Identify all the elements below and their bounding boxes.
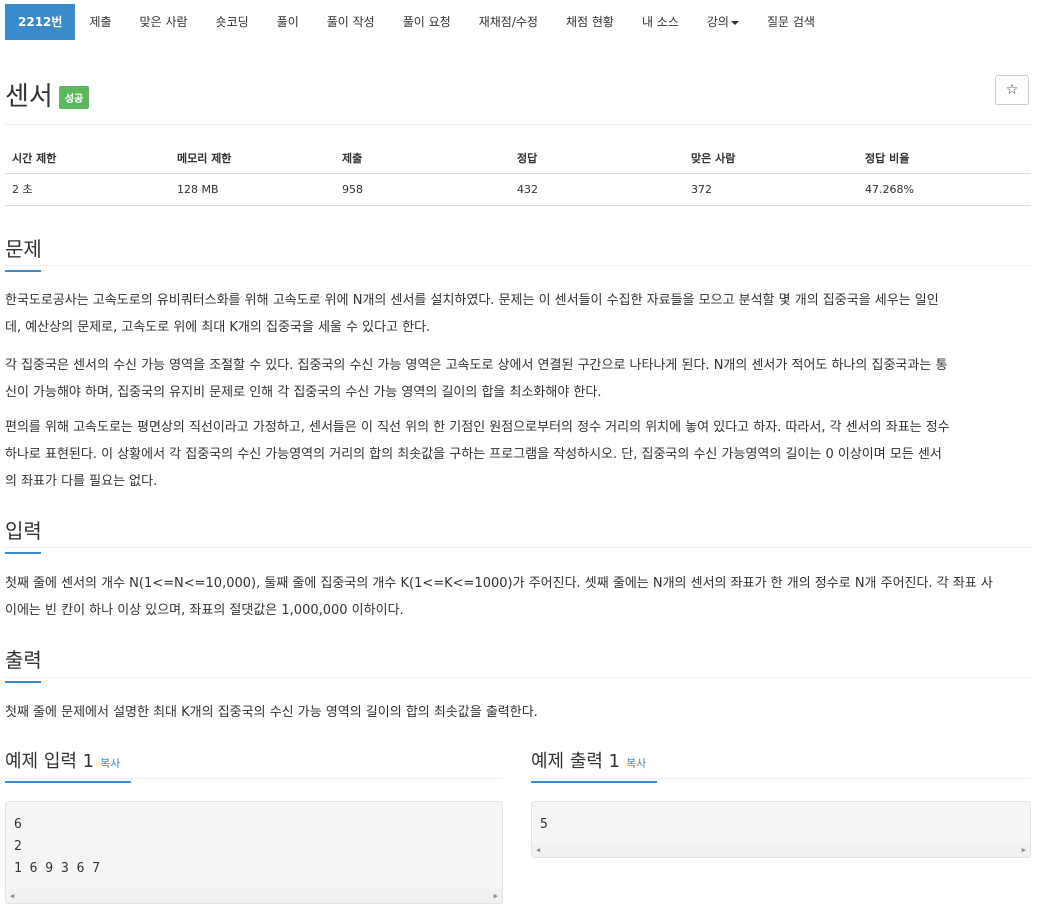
problem-description-p1: 한국도로공사는 고속도로의 유비쿼터스화를 위해 고속도로 위에 N개의 센서를…	[5, 287, 1031, 341]
value-correct: 432	[517, 183, 538, 196]
nav-problem-number[interactable]: 2212번	[5, 4, 76, 40]
nav-solutions[interactable]: 풀이	[263, 4, 313, 40]
scroll-left-icon[interactable]: ◀	[10, 892, 14, 900]
problem-nav: 2212번 제출 맞은 사람 숏코딩 풀이 풀이 작성 풀이 요청 재채점/수정…	[5, 4, 829, 40]
nav-status[interactable]: 채점 현황	[552, 4, 628, 40]
example-input-box[interactable]: 6 2 1 6 9 3 6 7 ◀ ▶	[5, 801, 503, 904]
nav-my-source[interactable]: 내 소스	[628, 4, 693, 40]
scroll-right-icon[interactable]: ▶	[1022, 846, 1026, 854]
example-output-title: 예제 출력 1 복사	[531, 747, 657, 783]
nav-short-coding[interactable]: 숏코딩	[202, 4, 263, 40]
section-divider	[5, 677, 1031, 678]
nav-write-solution[interactable]: 풀이 작성	[313, 4, 389, 40]
nav-rejudge[interactable]: 재채점/수정	[465, 4, 552, 40]
text-line: 첫째 줄에 문제에서 설명한 최대 K개의 집중국의 수신 가능 영역의 길이의…	[5, 705, 538, 720]
text-line: 하나로 표현된다. 이 상황에서 각 집중국의 수신 가능영역의 거리의 합의 …	[5, 447, 942, 462]
section-divider	[5, 547, 1031, 548]
code-line: 1 6 9 3 6 7	[14, 861, 101, 876]
scroll-right-icon[interactable]: ▶	[494, 892, 498, 900]
section-divider	[5, 265, 1031, 266]
input-description: 첫째 줄에 센서의 개수 N(1<=N<=10,000), 둘째 줄에 집중국의…	[5, 570, 1031, 624]
section-title-text: 입력	[5, 519, 42, 543]
nav-lectures-dropdown[interactable]: 강의	[693, 4, 753, 40]
header-memory-limit: 메모리 제한	[177, 152, 232, 165]
header-submissions: 제출	[342, 152, 363, 165]
input-section-title: 입력	[5, 515, 42, 554]
problem-description-p3: 편의를 위해 고속도로는 평면상의 직선이라고 가정하고, 센서들은 이 직선 …	[5, 414, 1031, 495]
table-row: 2 초 128 MB 958 432 372 47.268%	[5, 174, 1031, 206]
code-line: 5	[540, 817, 548, 832]
example-input-title: 예제 입력 1 복사	[5, 747, 131, 783]
section-divider	[531, 778, 1031, 779]
favorite-star-button[interactable]: ☆	[995, 75, 1029, 105]
header-accept-ratio: 정답 비율	[865, 152, 910, 165]
table-header-row: 시간 제한 메모리 제한 제출 정답 맞은 사람 정답 비율	[5, 144, 1031, 174]
horizontal-scrollbar[interactable]: ◀ ▶	[532, 843, 1030, 857]
problem-title-row: 센서 성공	[5, 76, 90, 113]
problem-info-table: 시간 제한 메모리 제한 제출 정답 맞은 사람 정답 비율 2 초 128 M…	[5, 144, 1031, 206]
text-line: 한국도로공사는 고속도로의 유비쿼터스화를 위해 고속도로 위에 N개의 센서를…	[5, 293, 939, 308]
text-line: 의 좌표가 다를 필요는 없다.	[5, 474, 158, 489]
section-underline	[531, 781, 657, 783]
divider	[5, 124, 1031, 125]
value-memory-limit: 128 MB	[177, 183, 219, 196]
caret-down-icon	[730, 20, 739, 25]
text-line: 신이 가능해야 하며, 집중국의 유지비 문제로 인해 각 집중국의 수신 가능…	[5, 385, 602, 400]
header-accepted-users: 맞은 사람	[691, 152, 736, 165]
section-divider	[5, 778, 503, 779]
text-line: 각 집중국은 센서의 수신 가능 영역을 조절할 수 있다. 집중국의 수신 가…	[5, 358, 948, 373]
nav-accepted-users[interactable]: 맞은 사람	[126, 4, 202, 40]
value-submissions: 958	[342, 183, 363, 196]
header-correct: 정답	[517, 152, 538, 165]
section-title-text: 출력	[5, 648, 42, 672]
section-underline	[5, 781, 131, 783]
code-line: 2	[14, 839, 22, 854]
example-title-text: 예제 입력 1	[5, 751, 95, 772]
code-line: 6	[14, 817, 22, 832]
status-badge: 성공	[58, 86, 90, 109]
section-title-text: 문제	[5, 237, 42, 261]
value-accept-ratio: 47.268%	[865, 183, 914, 196]
section-underline	[5, 270, 41, 272]
nav-question-search[interactable]: 질문 검색	[753, 4, 829, 40]
example-title-text: 예제 출력 1	[531, 751, 621, 772]
star-icon: ☆	[1005, 82, 1019, 98]
header-time-limit: 시간 제한	[12, 152, 57, 165]
value-time-limit: 2 초	[12, 183, 33, 196]
output-description: 첫째 줄에 문제에서 설명한 최대 K개의 집중국의 수신 가능 영역의 길이의…	[5, 699, 1031, 726]
text-line: 편의를 위해 고속도로는 평면상의 직선이라고 가정하고, 센서들은 이 직선 …	[5, 420, 950, 435]
value-accepted-users: 372	[691, 183, 712, 196]
section-underline	[5, 552, 41, 554]
output-section-title: 출력	[5, 644, 42, 683]
problem-description-p2: 각 집중국은 센서의 수신 가능 영역을 조절할 수 있다. 집중국의 수신 가…	[5, 352, 1031, 406]
page-title: 센서	[5, 82, 53, 112]
text-line: 이에는 빈 칸이 하나 이상 있으며, 좌표의 절댓값은 1,000,000 이…	[5, 603, 404, 618]
copy-input-button[interactable]: 복사	[100, 757, 120, 770]
example-output-lines: 5	[532, 802, 1030, 836]
nav-request-solution[interactable]: 풀이 요청	[389, 4, 465, 40]
text-line: 데, 예산상의 문제로, 고속도로 위에 최대 K개의 집중국을 세울 수 있다…	[5, 320, 431, 335]
scroll-left-icon[interactable]: ◀	[536, 846, 540, 854]
section-underline	[5, 681, 41, 683]
horizontal-scrollbar[interactable]: ◀ ▶	[6, 889, 502, 903]
example-input-lines: 6 2 1 6 9 3 6 7	[6, 802, 502, 880]
nav-submit[interactable]: 제출	[75, 4, 125, 40]
nav-lectures-label: 강의	[706, 15, 729, 29]
example-output-box[interactable]: 5 ◀ ▶	[531, 801, 1031, 858]
copy-output-button[interactable]: 복사	[626, 757, 646, 770]
problem-section-title: 문제	[5, 233, 42, 272]
text-line: 첫째 줄에 센서의 개수 N(1<=N<=10,000), 둘째 줄에 집중국의…	[5, 576, 993, 591]
